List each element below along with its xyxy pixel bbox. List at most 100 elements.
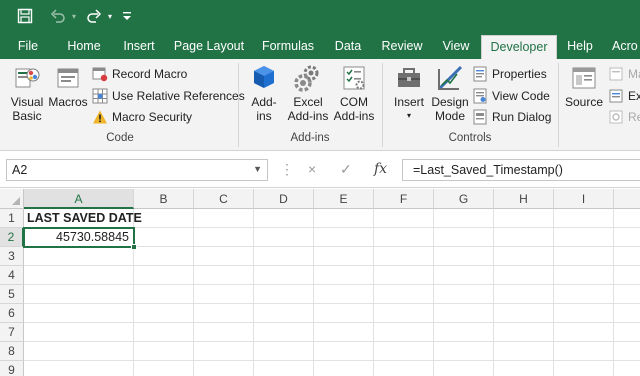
column-header-d[interactable]: D xyxy=(254,189,314,209)
run-dialog-icon xyxy=(472,109,488,125)
formula-input[interactable]: =Last_Saved_Timestamp() xyxy=(402,159,640,181)
tab-acrobat[interactable]: Acro xyxy=(612,33,640,59)
enter-icon[interactable]: ✓ xyxy=(340,161,352,178)
group-label-controls: Controls xyxy=(448,132,492,144)
add-ins-button[interactable]: Add- ins xyxy=(246,63,282,123)
gridline xyxy=(24,284,640,285)
spreadsheet-grid[interactable]: A B C D E F G H I 1 2 3 4 5 6 7 8 9 LAST… xyxy=(0,189,640,376)
tab-developer[interactable]: Developer xyxy=(481,35,557,59)
xml-source-icon xyxy=(569,63,599,93)
com-add-ins-label-1: COM xyxy=(340,95,368,109)
row-header-3[interactable]: 3 xyxy=(0,247,24,266)
visual-basic-button[interactable]: Visual Basic xyxy=(6,63,48,123)
undo-icon[interactable] xyxy=(48,6,68,26)
column-header-h[interactable]: H xyxy=(494,189,554,209)
gridline xyxy=(193,209,194,376)
group-label-code: Code xyxy=(106,132,134,144)
column-header-a[interactable]: A xyxy=(24,189,134,209)
tab-page-layout[interactable]: Page Layout xyxy=(172,33,246,59)
column-header-i[interactable]: I xyxy=(554,189,614,209)
view-code-button[interactable]: View Code xyxy=(472,87,550,105)
group-separator xyxy=(382,63,383,147)
view-code-icon xyxy=(472,88,488,104)
tab-formulas[interactable]: Formulas xyxy=(258,33,318,59)
tab-review[interactable]: Review xyxy=(378,33,426,59)
macros-label: Macros xyxy=(48,95,88,109)
source-button[interactable]: Source xyxy=(564,63,604,109)
chevron-down-icon[interactable]: ▼ xyxy=(253,164,262,174)
record-macro-label: Record Macro xyxy=(112,67,188,81)
selected-cell-border xyxy=(23,227,135,248)
relative-references-icon xyxy=(92,88,108,104)
column-header-c[interactable]: C xyxy=(194,189,254,209)
row-header-8[interactable]: 8 xyxy=(0,342,24,361)
column-header-g[interactable]: G xyxy=(434,189,494,209)
excel-add-ins-button[interactable]: Excel Add-ins xyxy=(286,63,330,123)
macro-security-label: Macro Security xyxy=(112,110,193,124)
record-macro-icon xyxy=(92,66,108,82)
customize-qat-icon[interactable] xyxy=(120,6,134,26)
row-header-4[interactable]: 4 xyxy=(0,266,24,285)
row-header-9[interactable]: 9 xyxy=(0,361,24,376)
column-header-f[interactable]: F xyxy=(374,189,434,209)
row-header-6[interactable]: 6 xyxy=(0,304,24,323)
macro-security-button[interactable]: Macro Security xyxy=(92,108,192,126)
tab-insert[interactable]: Insert xyxy=(118,33,160,59)
com-add-ins-button[interactable]: COM Add-ins xyxy=(330,63,378,123)
cancel-icon[interactable]: × xyxy=(308,161,316,177)
macros-button[interactable]: Macros xyxy=(48,63,88,109)
formula-bar-grip-icon[interactable]: ⋮ xyxy=(280,162,294,178)
name-box[interactable]: A2 ▼ xyxy=(6,159,268,181)
row-header-7[interactable]: 7 xyxy=(0,323,24,342)
ribbon-tabs: File Home Insert Page Layout Formulas Da… xyxy=(0,33,640,59)
map-properties-label: Ma xyxy=(628,67,640,81)
row-header-1[interactable]: 1 xyxy=(0,209,24,228)
design-mode-button[interactable]: Design Mode xyxy=(430,63,470,123)
expansion-packs-button[interactable]: Exp xyxy=(608,87,640,105)
select-all-button[interactable] xyxy=(0,189,24,209)
insert-control-button[interactable]: Insert ▾ xyxy=(390,63,428,123)
gridline xyxy=(433,209,434,376)
ribbon-developer: Visual Basic Macros Record Macro Use Rel… xyxy=(0,59,640,151)
redo-icon[interactable] xyxy=(84,6,104,26)
redo-dropdown-icon[interactable]: ▾ xyxy=(104,6,116,26)
run-dialog-button[interactable]: Run Dialog xyxy=(472,108,551,126)
undo-dropdown-icon[interactable]: ▾ xyxy=(68,6,80,26)
tab-view[interactable]: View xyxy=(438,33,474,59)
record-macro-button[interactable]: Record Macro xyxy=(92,65,187,83)
com-add-ins-label-2: Add-ins xyxy=(333,109,375,123)
design-mode-icon xyxy=(435,63,465,93)
relative-references-button[interactable]: Use Relative References xyxy=(92,87,245,105)
save-icon[interactable] xyxy=(14,6,36,26)
column-header-e[interactable]: E xyxy=(314,189,374,209)
excel-add-ins-label-1: Excel xyxy=(293,95,323,109)
row-header-2[interactable]: 2 xyxy=(0,228,24,247)
fill-handle[interactable] xyxy=(131,244,137,250)
add-ins-icon xyxy=(249,63,279,93)
add-ins-label-2: ins xyxy=(256,109,272,123)
design-mode-label-2: Mode xyxy=(434,109,466,123)
row-header-5[interactable]: 5 xyxy=(0,285,24,304)
insert-function-icon[interactable]: fx xyxy=(374,161,387,177)
tab-help[interactable]: Help xyxy=(562,33,598,59)
tab-data[interactable]: Data xyxy=(330,33,366,59)
com-add-ins-icon xyxy=(339,63,369,93)
toolbox-icon xyxy=(394,63,424,93)
visual-basic-label-1: Visual xyxy=(10,95,44,109)
tab-file[interactable]: File xyxy=(10,33,46,59)
refresh-data-button[interactable]: Ref xyxy=(608,108,640,126)
properties-icon xyxy=(472,66,488,82)
gridline xyxy=(24,322,640,323)
gridline xyxy=(493,209,494,376)
gridline xyxy=(24,341,640,342)
title-bar: ▾ ▾ xyxy=(0,0,640,33)
properties-button[interactable]: Properties xyxy=(472,65,547,83)
column-header-partial[interactable] xyxy=(614,189,640,209)
gridline xyxy=(24,303,640,304)
map-properties-button[interactable]: Ma xyxy=(608,65,640,83)
tab-home[interactable]: Home xyxy=(62,33,106,59)
gridline xyxy=(313,209,314,376)
run-dialog-label: Run Dialog xyxy=(492,110,552,124)
column-header-b[interactable]: B xyxy=(134,189,194,209)
cell-a1[interactable]: LAST SAVED DATE xyxy=(24,209,142,228)
